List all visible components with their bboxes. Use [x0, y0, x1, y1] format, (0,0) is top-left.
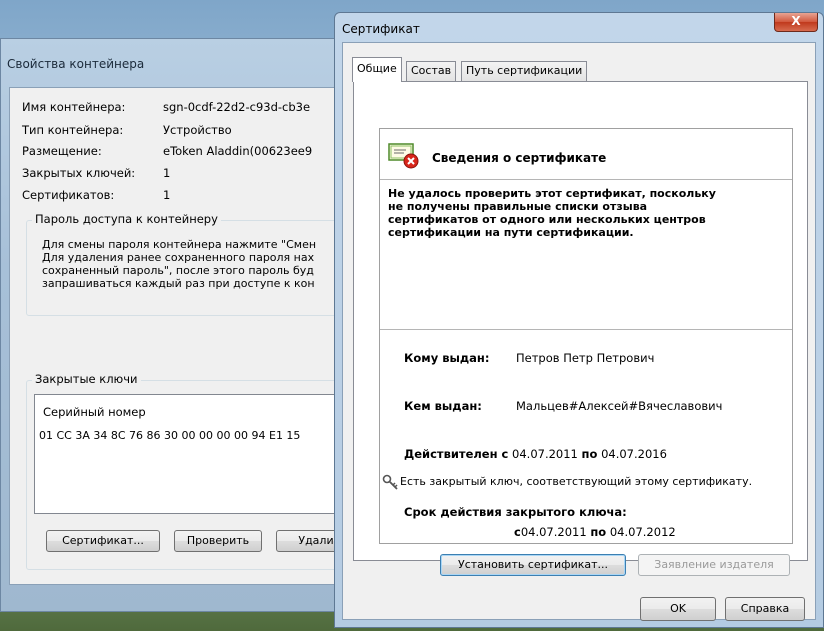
tab-details[interactable]: Состав: [406, 61, 457, 81]
ok-button[interactable]: OK: [640, 597, 716, 621]
check-button[interactable]: Проверить: [174, 530, 262, 552]
info-heading: Сведения о сертификате: [432, 151, 607, 165]
validity-row: Действителен с 04.07.2011 по 04.07.2016: [404, 447, 667, 461]
column-header-serial[interactable]: Серийный номер: [43, 405, 146, 419]
key-validity-heading: Срок действия закрытого ключа:: [404, 505, 627, 519]
tab-certification-path[interactable]: Путь сертификации: [461, 61, 588, 81]
password-help-line: Для удаления ранее сохраненного пароля н…: [42, 251, 315, 264]
issued-by-label: Кем выдан:: [404, 399, 482, 413]
password-help-line: сохраненный пароль", после этого пароль …: [42, 264, 314, 277]
warning-line: Не удалось проверить этот сертификат, по…: [388, 187, 716, 200]
dialog-title: Сертификат: [342, 22, 420, 36]
certificate-error-icon: [388, 141, 420, 169]
issued-by-value: Мальцев#Алексей#Вячеславович: [516, 399, 723, 413]
install-certificate-button[interactable]: Установить сертификат...: [440, 554, 626, 576]
property-value: sgn-0cdf-22d2-c93d-cb3e: [163, 100, 311, 114]
general-tab-panel: Сведения о сертификате Не удалось провер…: [353, 81, 808, 576]
key-to-label: по: [590, 525, 607, 539]
close-button[interactable]: X: [774, 13, 818, 32]
tab-general[interactable]: Общие: [352, 57, 402, 82]
property-value: 1: [163, 166, 171, 180]
property-label: Закрытых ключей:: [22, 166, 136, 180]
dialog-client: Общие Состав Путь сертификации Сведения …: [342, 42, 816, 621]
property-value: eToken Aladdin(00623ee9: [163, 144, 313, 158]
warning-line: не получены правильные списки отзыва: [388, 200, 648, 213]
issued-to-value: Петров Петр Петрович: [516, 351, 655, 365]
property-value: Устройство: [163, 123, 232, 137]
password-help-line: запрашиваться каждый раз при доступе к к…: [42, 277, 315, 290]
warning-line: сертификации на пути сертификации.: [388, 226, 634, 239]
valid-from-value: 04.07.2011: [512, 447, 578, 461]
password-group-title: Пароль доступа к контейнеру: [32, 212, 221, 226]
valid-from-label: Действителен с: [404, 447, 509, 461]
list-item[interactable]: 01 CC 3A 34 8C 76 86 30 00 00 00 00 94 E…: [39, 429, 300, 442]
issued-to-label: Кому выдан:: [404, 351, 490, 365]
issuer-statement-button[interactable]: Заявление издателя: [638, 554, 790, 576]
valid-to-value: 04.07.2016: [601, 447, 667, 461]
key-icon: [382, 474, 400, 490]
warning-line: сертификатов от одного или нескольких це…: [388, 213, 706, 226]
key-to-value: 04.07.2012: [609, 525, 676, 539]
help-button[interactable]: Справка: [725, 597, 805, 621]
property-label: Тип контейнера:: [22, 123, 124, 137]
certificate-dialog: Сертификат X Общие Состав Путь сертифика…: [334, 12, 824, 628]
certificate-info-box: Сведения о сертификате Не удалось провер…: [379, 128, 793, 544]
window-title: Свойства контейнера: [7, 57, 145, 71]
divider: [380, 179, 792, 180]
key-from-label: с: [514, 525, 521, 539]
private-key-note: Есть закрытый ключ, соответствующий этом…: [400, 475, 753, 488]
container-properties-client: Имя контейнера: sgn-0cdf-22d2-c93d-cb3e …: [9, 87, 374, 585]
valid-to-label: по: [581, 447, 598, 461]
key-from-value: 04.07.2011: [520, 525, 587, 539]
divider: [380, 329, 792, 330]
key-validity-row: с04.07.2011 по 04.07.2012: [514, 525, 676, 539]
property-label: Сертификатов:: [22, 188, 115, 202]
certificate-button[interactable]: Сертификат...: [46, 530, 160, 552]
password-help-line: Для смены пароля контейнера нажмите "Сме…: [42, 238, 317, 251]
property-label: Имя контейнера:: [22, 100, 126, 114]
keys-group-title: Закрытые ключи: [32, 372, 141, 386]
property-label: Размещение:: [22, 144, 102, 158]
property-value: 1: [163, 188, 171, 202]
keys-list[interactable]: Серийный номер 01 CC 3A 34 8C 76 86 30 0…: [34, 394, 374, 514]
container-properties-window: Свойства контейнера Имя контейнера: sgn-…: [0, 38, 374, 612]
